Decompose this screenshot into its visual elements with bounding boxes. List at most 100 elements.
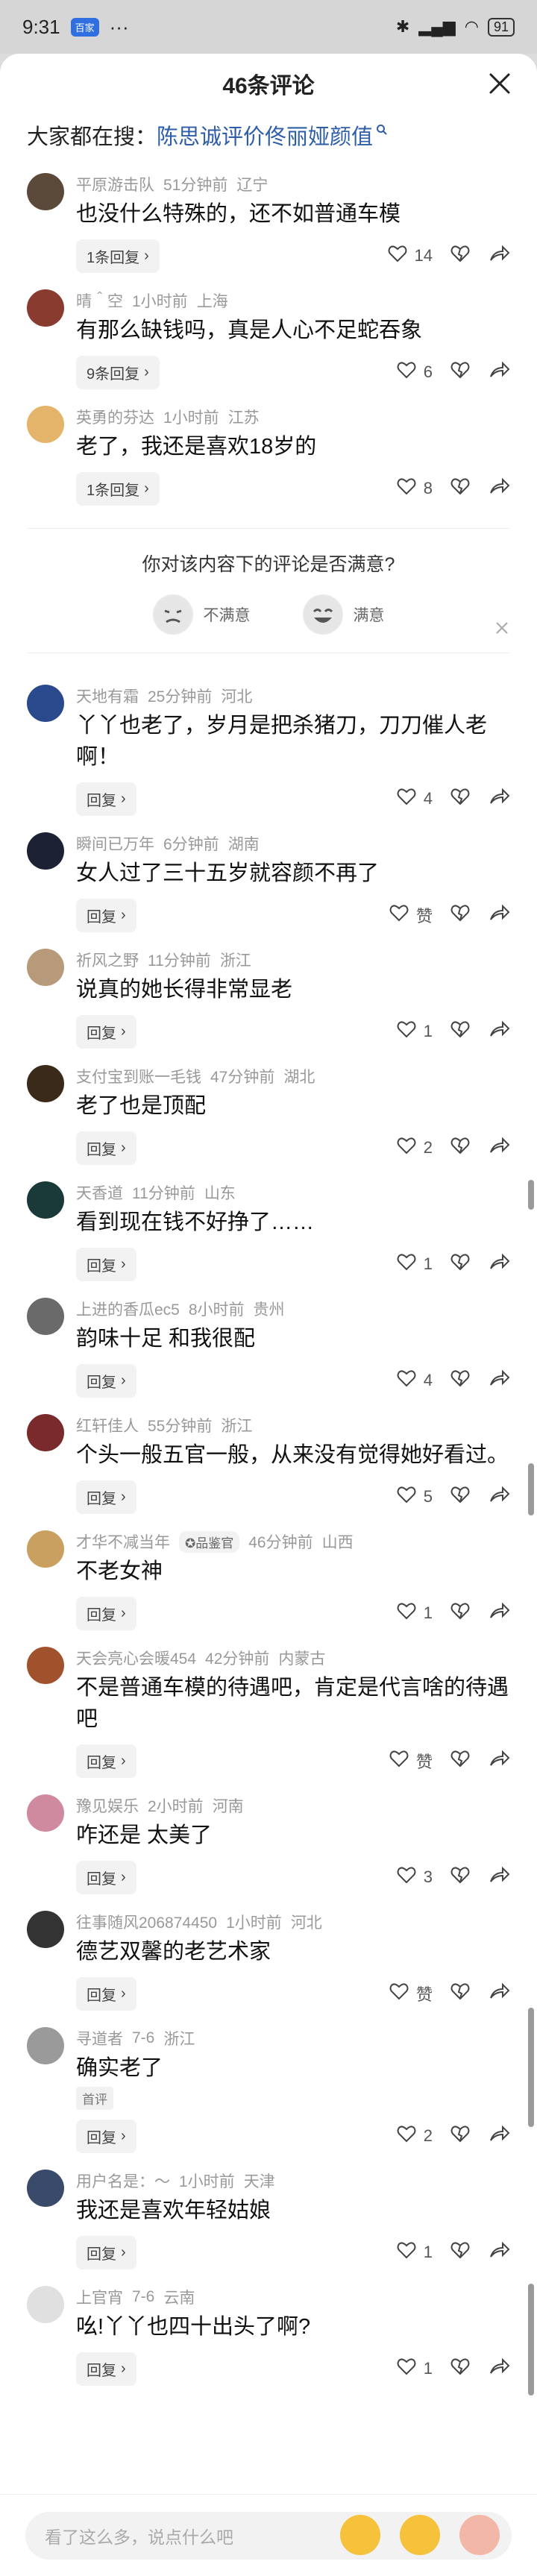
share-button[interactable] — [488, 475, 510, 502]
like-button[interactable]: 1 — [395, 1251, 433, 1278]
like-button[interactable]: 6 — [395, 359, 433, 386]
avatar[interactable] — [27, 1414, 64, 1451]
dislike-button[interactable] — [449, 1367, 471, 1394]
like-button[interactable]: 2 — [395, 2123, 433, 2149]
reply-button[interactable]: 回复 › — [76, 1363, 136, 1398]
laugh-emoji-icon[interactable] — [400, 2515, 440, 2555]
like-button[interactable]: 1 — [395, 2355, 433, 2382]
avatar[interactable] — [27, 289, 64, 327]
share-button[interactable] — [488, 1600, 510, 1627]
comment-username[interactable]: 上进的香瓜ec5 — [76, 1298, 180, 1320]
avatar[interactable] — [27, 173, 64, 210]
reply-button[interactable]: 回复 › — [76, 1596, 136, 1630]
thumbs-up-emoji-icon[interactable] — [459, 2515, 500, 2555]
comment-username[interactable]: 寻道者 — [76, 2027, 123, 2049]
reply-button[interactable]: 回复 › — [76, 2235, 136, 2269]
reply-button[interactable]: 回复 › — [76, 1014, 136, 1049]
scrollbar-thumb[interactable] — [528, 1463, 534, 1515]
avatar[interactable] — [27, 1911, 64, 1948]
like-button[interactable]: 1 — [395, 2239, 433, 2266]
comment-username[interactable]: 天会亮心会暖454 — [76, 1647, 196, 1669]
share-button[interactable] — [488, 2239, 510, 2266]
survey-dissatisfied-button[interactable]: 不满意 — [152, 594, 251, 635]
reply-button[interactable]: 回复 › — [76, 782, 136, 816]
search-suggestion[interactable]: 大家都在搜： 陈思诚评价佟丽娅颜值 — [0, 113, 537, 157]
comment-username[interactable]: 红轩佳人 — [76, 1414, 139, 1436]
dislike-button[interactable] — [449, 1980, 471, 2007]
reply-button[interactable]: 回复 › — [76, 898, 136, 932]
comment-username[interactable]: 豫见娱乐 — [76, 1794, 139, 1817]
reply-button[interactable]: 回复 › — [76, 1247, 136, 1281]
share-button[interactable] — [488, 2123, 510, 2149]
reply-button[interactable]: 回复 › — [76, 1976, 136, 2011]
dislike-button[interactable] — [449, 1134, 471, 1161]
share-button[interactable] — [488, 1134, 510, 1161]
like-button[interactable]: 1 — [395, 1018, 433, 1045]
avatar[interactable] — [27, 2170, 64, 2207]
share-button[interactable] — [488, 1367, 510, 1394]
dislike-button[interactable] — [449, 475, 471, 502]
dislike-button[interactable] — [449, 902, 471, 929]
share-button[interactable] — [488, 1747, 510, 1774]
share-button[interactable] — [488, 1980, 510, 2007]
scrollbar-thumb[interactable] — [528, 2008, 534, 2127]
dislike-button[interactable] — [449, 1483, 471, 1510]
like-button[interactable]: 1 — [395, 1600, 433, 1627]
avatar[interactable] — [27, 1181, 64, 1219]
like-button[interactable]: 5 — [395, 1483, 433, 1510]
scrollbar-thumb[interactable] — [528, 2284, 534, 2396]
reply-button[interactable]: 回复 › — [76, 1480, 136, 1514]
reply-button[interactable]: 回复 › — [76, 1744, 136, 1778]
comment-username[interactable]: 祈风之野 — [76, 949, 139, 971]
like-button[interactable]: 14 — [386, 242, 433, 269]
dislike-button[interactable] — [449, 785, 471, 812]
comment-username[interactable]: 英勇的芬达 — [76, 406, 154, 428]
dislike-button[interactable] — [449, 1600, 471, 1627]
avatar[interactable] — [27, 685, 64, 722]
comment-username[interactable]: 用户名是：～ — [76, 2170, 170, 2192]
dislike-button[interactable] — [449, 1251, 471, 1278]
dislike-button[interactable] — [449, 242, 471, 269]
share-button[interactable] — [488, 359, 510, 386]
reply-button[interactable]: 回复 › — [76, 2352, 136, 2386]
like-button[interactable]: 赞 — [388, 1980, 433, 2007]
close-icon[interactable] — [486, 70, 513, 97]
avatar[interactable] — [27, 832, 64, 870]
reply-button[interactable]: 回复 › — [76, 1860, 136, 1894]
like-button[interactable]: 3 — [395, 1864, 433, 1891]
dislike-button[interactable] — [449, 1018, 471, 1045]
survey-close-icon[interactable] — [494, 620, 510, 636]
avatar[interactable] — [27, 1298, 64, 1335]
reply-button[interactable]: 9条回复 › — [76, 355, 160, 389]
scrollbar-thumb[interactable] — [528, 1180, 534, 1210]
share-button[interactable] — [488, 1018, 510, 1045]
survey-satisfied-button[interactable]: 满意 — [302, 594, 385, 635]
like-button[interactable]: 2 — [395, 1134, 433, 1161]
dislike-button[interactable] — [449, 2355, 471, 2382]
avatar[interactable] — [27, 406, 64, 443]
reply-button[interactable]: 1条回复 › — [76, 239, 160, 273]
avatar[interactable] — [27, 1794, 64, 1832]
avatar[interactable] — [27, 1065, 64, 1102]
comment-username[interactable]: 晴＾空 — [76, 289, 123, 312]
avatar[interactable] — [27, 1647, 64, 1684]
reply-button[interactable]: 回复 › — [76, 2119, 136, 2153]
reply-button[interactable]: 1条回复 › — [76, 471, 160, 506]
avatar[interactable] — [27, 2286, 64, 2323]
avatar[interactable] — [27, 1530, 64, 1568]
share-button[interactable] — [488, 785, 510, 812]
share-button[interactable] — [488, 1864, 510, 1891]
comment-username[interactable]: 瞬间已万年 — [76, 832, 154, 855]
grin-emoji-icon[interactable] — [340, 2515, 380, 2555]
like-button[interactable]: 4 — [395, 785, 433, 812]
comment-username[interactable]: 才华不减当年 — [76, 1530, 170, 1553]
share-button[interactable] — [488, 1483, 510, 1510]
search-query-link[interactable]: 陈思诚评价佟丽娅颜值 — [157, 119, 373, 151]
like-button[interactable]: 赞 — [388, 902, 433, 929]
dislike-button[interactable] — [449, 359, 471, 386]
comment-username[interactable]: 平原游击队 — [76, 173, 154, 195]
comment-username[interactable]: 上官宵 — [76, 2286, 123, 2308]
comment-username[interactable]: 支付宝到账一毛钱 — [76, 1065, 201, 1087]
share-button[interactable] — [488, 242, 510, 269]
dislike-button[interactable] — [449, 1864, 471, 1891]
